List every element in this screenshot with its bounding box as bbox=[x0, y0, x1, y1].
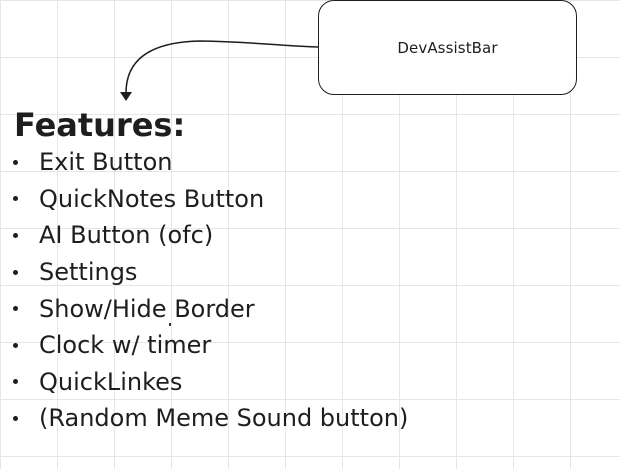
bullet-icon bbox=[13, 415, 18, 421]
feature-label: Clock w/ timer bbox=[39, 331, 212, 360]
connector-arrow-head bbox=[120, 92, 132, 101]
feature-label: (Random Meme Sound button) bbox=[39, 404, 409, 433]
feature-label: Settings bbox=[39, 258, 138, 287]
stray-mark bbox=[169, 323, 171, 326]
feature-label: Exit Button bbox=[39, 148, 173, 177]
bullet-icon bbox=[13, 159, 18, 165]
whiteboard-canvas[interactable]: DevAssistBar Features: Exit Button Quick… bbox=[0, 0, 620, 469]
feature-label: QuickLinkes bbox=[39, 367, 183, 396]
bullet-icon bbox=[13, 269, 18, 275]
feature-label: Show/Hide Border bbox=[39, 294, 255, 323]
bullet-icon bbox=[13, 232, 18, 238]
bullet-icon bbox=[13, 342, 18, 348]
features-heading: Features: bbox=[14, 106, 186, 144]
feature-label: QuickNotes Button bbox=[39, 184, 265, 213]
connector-arrow-line bbox=[125, 40, 319, 94]
feature-label: AI Button (ofc) bbox=[39, 221, 214, 250]
